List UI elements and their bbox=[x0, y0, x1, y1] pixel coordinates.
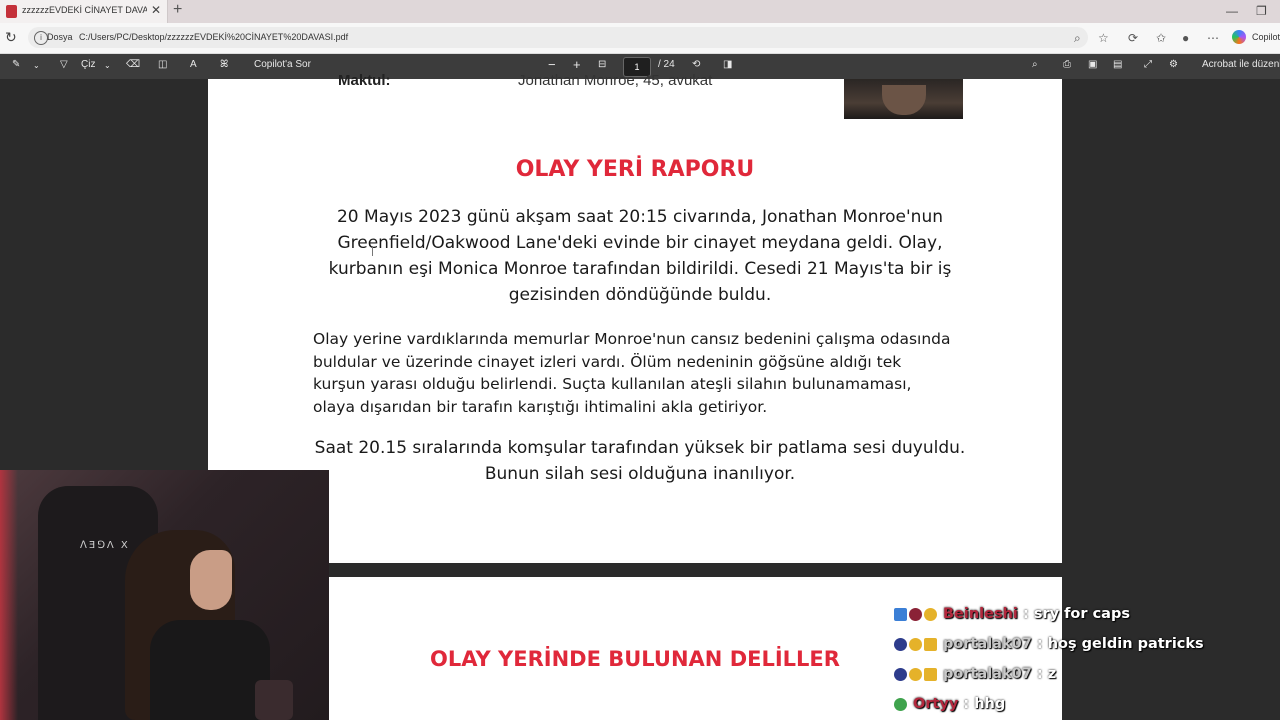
victim-value: Jonathan Monroe, 45, avukat bbox=[518, 72, 713, 89]
report-paragraph-2: Olay yerine vardıklarında memurlar Monro… bbox=[313, 330, 951, 416]
chat-badges bbox=[894, 636, 939, 652]
report-paragraph-1: 20 Mayıs 2023 günü akşam saat 20:15 civa… bbox=[328, 207, 952, 305]
rotate-icon[interactable]: ⟲ bbox=[692, 59, 700, 70]
save-as-icon[interactable]: ▤ bbox=[1113, 59, 1122, 70]
chat-badges bbox=[894, 606, 939, 622]
tab-pdf-document[interactable]: zzzzzzEVDEKİ CİNAYET DAVASI.pdf ✕ bbox=[0, 0, 168, 23]
acrobat-edit-button[interactable]: Acrobat ile düzenl bbox=[1202, 59, 1280, 70]
tab-title: zzzzzzEVDEKİ CİNAYET DAVASI.pdf bbox=[22, 5, 147, 15]
chat-message: Beinleshi : sry for caps bbox=[894, 606, 1280, 622]
chair-brand-logo: ᐱƎ⅁Λ X bbox=[80, 540, 130, 551]
address-field[interactable]: i Dosya C:/Users/PC/Desktop/zzzzzzEVDEKİ… bbox=[28, 27, 1088, 48]
draw-button[interactable]: Çiz bbox=[81, 59, 95, 70]
new-tab-button[interactable]: + bbox=[173, 1, 182, 19]
favorites-icon[interactable]: ✩ bbox=[1156, 31, 1166, 45]
fullscreen-icon[interactable]: ⤢ bbox=[1144, 59, 1152, 70]
chat-username: Ortyy bbox=[913, 696, 959, 712]
tab-close-icon[interactable]: ✕ bbox=[151, 3, 161, 17]
settings-gear-icon[interactable]: ⚙ bbox=[1169, 59, 1178, 70]
zoom-in-button[interactable]: + bbox=[573, 57, 581, 72]
read-aloud-icon[interactable]: ꕤ bbox=[220, 59, 228, 70]
text-cursor bbox=[372, 246, 373, 256]
address-file-label: Dosya bbox=[47, 32, 73, 42]
page-count: / 24 bbox=[658, 59, 675, 70]
pdf-page-1: Maktul: Jonathan Monroe, 45, avukat OLAY… bbox=[208, 72, 1062, 563]
save-icon[interactable]: ▣ bbox=[1088, 59, 1097, 70]
more-options-icon[interactable]: ⋯ bbox=[1207, 31, 1219, 45]
reading-view-icon[interactable]: ◫ bbox=[158, 59, 167, 70]
chat-badges bbox=[894, 696, 909, 712]
chat-username: Beinleshi bbox=[943, 606, 1018, 622]
extensions-icon[interactable]: ⟳ bbox=[1128, 31, 1138, 45]
chat-message: portalak07 : z bbox=[894, 666, 1280, 682]
page-view-icon[interactable]: ◨ bbox=[723, 59, 732, 70]
address-url[interactable]: C:/Users/PC/Desktop/zzzzzzEVDEKİ%20CİNAY… bbox=[79, 32, 348, 42]
copilot-button[interactable]: Copilot bbox=[1252, 32, 1280, 42]
chat-message: portalak07 : hoş geldin patricks bbox=[894, 636, 1280, 652]
chevron-down-icon[interactable]: ⌄ bbox=[104, 61, 111, 70]
chat-username: portalak07 bbox=[943, 636, 1032, 652]
victim-label: Maktul: bbox=[338, 72, 391, 89]
address-bar-row: ↻ i Dosya C:/Users/PC/Desktop/zzzzzzEVDE… bbox=[0, 23, 1280, 54]
victim-photo bbox=[844, 79, 963, 119]
chat-text: hoş geldin patricks bbox=[1047, 636, 1204, 652]
chat-text: hhg bbox=[974, 696, 1006, 712]
section-title-scene-report: OLAY YERİ RAPORU bbox=[515, 157, 755, 182]
restore-button[interactable]: ❐ bbox=[1256, 4, 1267, 18]
draw-icon[interactable]: ▽ bbox=[60, 59, 68, 70]
chat-text: sry for caps bbox=[1033, 606, 1130, 622]
zoom-icon[interactable]: ⌕ bbox=[1074, 31, 1081, 46]
minimize-button[interactable]: — bbox=[1226, 4, 1238, 18]
streamer-face bbox=[190, 550, 232, 610]
reload-icon[interactable]: ↻ bbox=[5, 29, 17, 46]
webcam-overlay: ᐱƎ⅁Λ X bbox=[0, 470, 329, 720]
text-icon[interactable]: A bbox=[190, 59, 197, 70]
pdf-file-icon bbox=[6, 5, 17, 18]
copilot-icon[interactable] bbox=[1232, 30, 1246, 44]
favorite-star-icon[interactable]: ☆ bbox=[1098, 31, 1109, 45]
chat-badges bbox=[894, 666, 939, 682]
profile-avatar-icon[interactable]: ● bbox=[1182, 31, 1189, 45]
tab-bar: zzzzzzEVDEKİ CİNAYET DAVASI.pdf ✕ + — ❐ bbox=[0, 0, 1280, 23]
eraser-icon[interactable]: ⌫ bbox=[126, 59, 140, 70]
print-icon[interactable]: ⎙ bbox=[1063, 59, 1071, 70]
ask-copilot-button[interactable]: Copilot'a Sor bbox=[254, 59, 311, 70]
highlight-icon[interactable]: ✎ bbox=[12, 59, 20, 70]
search-icon[interactable]: ⌕ bbox=[1032, 59, 1038, 70]
report-paragraph-3: Saat 20.15 sıralarında komşular tarafınd… bbox=[314, 438, 966, 484]
chat-username: portalak07 bbox=[943, 666, 1032, 682]
site-info-icon[interactable]: i bbox=[34, 31, 48, 45]
zoom-out-button[interactable]: − bbox=[548, 57, 556, 72]
chat-message: Ortyy : hhg bbox=[894, 696, 1280, 712]
chat-text: z bbox=[1047, 666, 1057, 682]
chevron-down-icon[interactable]: ⌄ bbox=[33, 61, 40, 70]
fit-page-icon[interactable]: ⊟ bbox=[598, 59, 606, 70]
cup bbox=[255, 680, 293, 720]
